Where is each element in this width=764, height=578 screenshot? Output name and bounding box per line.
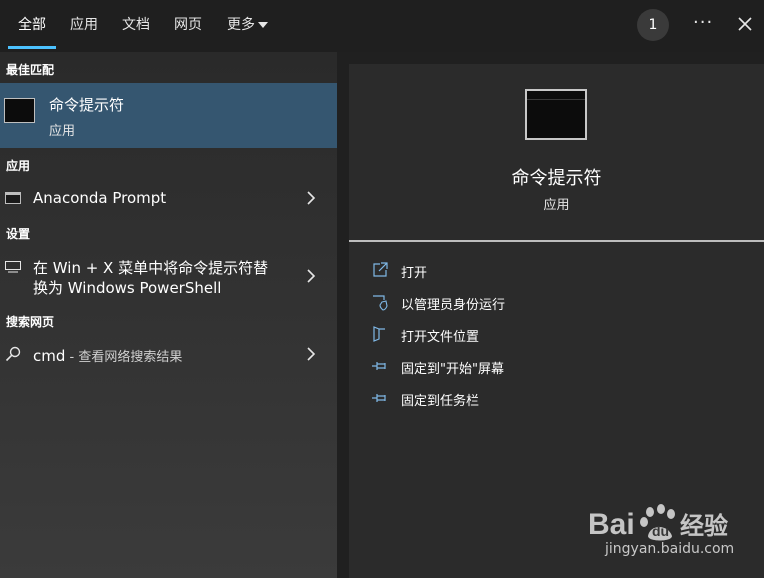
more-options-icon[interactable]: ··· bbox=[693, 12, 713, 33]
tab-active-indicator bbox=[8, 46, 56, 49]
command-prompt-icon bbox=[4, 98, 35, 123]
window-titlebar bbox=[527, 91, 585, 100]
pin-icon bbox=[372, 362, 386, 370]
section-settings: 设置 bbox=[6, 227, 31, 241]
search-icon bbox=[5, 346, 21, 362]
close-icon[interactable] bbox=[737, 16, 753, 32]
web-search-text: cmd - 查看网络搜索结果 bbox=[33, 346, 182, 365]
chevron-right-icon[interactable] bbox=[306, 191, 316, 205]
action-label: 打开 bbox=[401, 266, 428, 281]
results-panel: 最佳匹配 命令提示符 应用 应用 Anaconda Prompt 设置 在 Wi… bbox=[0, 52, 337, 578]
tab-apps[interactable]: 应用 bbox=[70, 14, 98, 34]
terminal-icon bbox=[5, 192, 21, 204]
setting-label-line1: 在 Win + X 菜单中将命令提示符替 bbox=[33, 259, 269, 277]
svg-text:经验: 经验 bbox=[680, 512, 728, 540]
list-item-web-search[interactable]: cmd - 查看网络搜索结果 bbox=[0, 338, 337, 370]
display-settings-icon bbox=[5, 261, 21, 273]
open-icon bbox=[373, 262, 388, 277]
tab-web[interactable]: 网页 bbox=[174, 14, 202, 34]
tab-all[interactable]: 全部 bbox=[18, 14, 46, 34]
setting-label-line2: 换为 Windows PowerShell bbox=[33, 279, 222, 297]
best-match-title: 命令提示符 bbox=[49, 96, 125, 114]
chevron-right-icon[interactable] bbox=[306, 269, 316, 283]
command-prompt-icon bbox=[525, 89, 587, 140]
notification-badge[interactable]: 1 bbox=[637, 9, 669, 41]
chevron-right-icon[interactable] bbox=[306, 347, 316, 361]
action-label: 固定到任务栏 bbox=[401, 394, 480, 409]
watermark-url: jingyan.baidu.com bbox=[605, 541, 735, 557]
section-web-search: 搜索网页 bbox=[6, 315, 55, 329]
action-label: 打开文件位置 bbox=[401, 330, 480, 345]
action-label: 以管理员身份运行 bbox=[401, 298, 506, 313]
divider bbox=[349, 240, 764, 242]
tab-documents[interactable]: 文档 bbox=[122, 14, 150, 34]
action-label: 固定到"开始"屏幕 bbox=[401, 362, 504, 377]
preview-subtitle: 应用 bbox=[543, 198, 570, 213]
list-item-label: Anaconda Prompt bbox=[33, 189, 167, 207]
section-best-match: 最佳匹配 bbox=[6, 63, 55, 77]
pin-icon bbox=[372, 394, 386, 402]
best-match-item[interactable]: 命令提示符 应用 bbox=[0, 83, 337, 148]
chevron-down-icon bbox=[258, 22, 268, 28]
svg-text:du: du bbox=[652, 523, 669, 539]
web-search-query: cmd bbox=[33, 347, 66, 365]
web-search-suffix: - 查看网络搜索结果 bbox=[65, 350, 183, 365]
preview-title: 命令提示符 bbox=[511, 168, 602, 189]
list-item-winx-setting[interactable]: 在 Win + X 菜单中将命令提示符替 换为 Windows PowerShe… bbox=[0, 250, 337, 300]
tab-more[interactable]: 更多 bbox=[227, 14, 255, 34]
list-item-anaconda[interactable]: Anaconda Prompt bbox=[0, 182, 337, 214]
file-location-icon bbox=[373, 326, 385, 342]
best-match-subtitle: 应用 bbox=[49, 124, 76, 139]
section-apps: 应用 bbox=[6, 159, 31, 173]
svg-text:Bai: Bai bbox=[588, 508, 635, 541]
search-filter-bar: 全部 应用 文档 网页 更多 1 ··· bbox=[0, 0, 764, 52]
shield-icon bbox=[373, 295, 388, 311]
